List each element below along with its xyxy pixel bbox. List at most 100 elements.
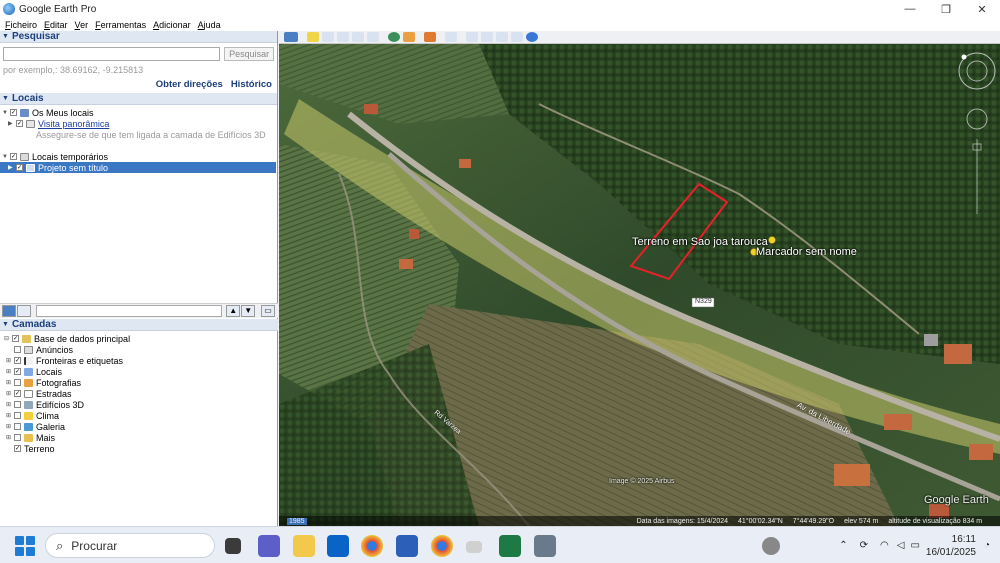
expand-icon[interactable]: ⊞ bbox=[6, 390, 14, 397]
wifi-icon[interactable]: ◠ bbox=[880, 540, 889, 551]
collapse-triangle-icon[interactable]: ▼ bbox=[2, 33, 9, 40]
taskbar-search[interactable]: ⌕ Procurar bbox=[45, 533, 215, 558]
file-explorer-icon[interactable] bbox=[293, 535, 315, 557]
checkbox[interactable]: ✓ bbox=[12, 335, 19, 342]
tree-item-my-places[interactable]: ▼ ✓ Os Meus locais bbox=[0, 107, 276, 118]
word-icon[interactable] bbox=[396, 535, 418, 557]
places-filter-input[interactable] bbox=[35, 305, 223, 317]
search-input[interactable] bbox=[3, 47, 221, 61]
chevron-up-icon[interactable]: ⌃ bbox=[839, 540, 847, 551]
checkbox[interactable]: ✓ bbox=[14, 445, 21, 452]
checkbox[interactable] bbox=[14, 379, 21, 386]
checkbox[interactable] bbox=[14, 401, 21, 408]
expand-icon[interactable]: ⊞ bbox=[6, 379, 14, 386]
movie-icon[interactable] bbox=[511, 32, 523, 42]
excel-icon[interactable] bbox=[499, 535, 521, 557]
layer-3d-buildings[interactable]: ⊞ Edifícios 3D bbox=[0, 399, 276, 410]
checkbox[interactable] bbox=[14, 346, 21, 353]
expand-icon[interactable]: ⊞ bbox=[6, 357, 14, 364]
checkbox[interactable] bbox=[14, 423, 21, 430]
checkbox[interactable]: ✓ bbox=[14, 390, 21, 397]
checkbox[interactable]: ✓ bbox=[16, 164, 23, 171]
menu-ficheiro[interactable]: Ficheiro bbox=[5, 20, 37, 30]
expand-icon[interactable]: ▼ bbox=[2, 154, 10, 160]
battery-icon[interactable]: ▭ bbox=[910, 540, 919, 551]
print-icon[interactable] bbox=[481, 32, 493, 42]
layers-panel-header[interactable]: ▼ Camadas bbox=[0, 319, 278, 331]
search-panel-header[interactable]: ▼ Pesquisar bbox=[0, 31, 277, 43]
teams-icon[interactable] bbox=[258, 535, 280, 557]
task-view-icon[interactable] bbox=[225, 538, 241, 554]
google-maps-icon[interactable] bbox=[526, 32, 538, 42]
volume-icon[interactable]: ◁ bbox=[897, 540, 905, 551]
history-link[interactable]: Histórico bbox=[231, 79, 272, 91]
expand-icon[interactable]: ⊞ bbox=[6, 368, 14, 375]
expand-icon[interactable]: ⊞ bbox=[6, 423, 14, 430]
tour-record-icon[interactable] bbox=[367, 32, 379, 42]
expand-icon[interactable]: ▶ bbox=[8, 120, 16, 127]
panel-options-icon[interactable]: ▭ bbox=[261, 305, 276, 317]
close-button[interactable]: ✕ bbox=[964, 0, 1000, 18]
clock[interactable]: 16:11 16/01/2025 bbox=[926, 533, 976, 559]
menu-editar[interactable]: Editar bbox=[44, 20, 68, 30]
outlook-icon[interactable] bbox=[327, 535, 349, 557]
ruler-icon[interactable] bbox=[445, 32, 457, 42]
expand-icon[interactable]: ▼ bbox=[2, 110, 10, 116]
polygon-icon[interactable] bbox=[322, 32, 334, 42]
layer-terrain[interactable]: ✓ Terreno bbox=[0, 443, 276, 454]
minimize-button[interactable]: — bbox=[892, 0, 928, 18]
notification-bell-icon[interactable]: ◔ bbox=[984, 540, 990, 551]
checkbox[interactable]: ✓ bbox=[10, 153, 17, 160]
menu-ferramentas[interactable]: Ferramentas bbox=[95, 20, 146, 30]
directions-link[interactable]: Obter direções bbox=[156, 79, 223, 91]
checkbox[interactable] bbox=[14, 434, 21, 441]
expand-icon[interactable]: ⊞ bbox=[6, 434, 14, 441]
panel-view-icon[interactable] bbox=[16, 305, 31, 317]
menu-adicionar[interactable]: Adicionar bbox=[153, 20, 191, 30]
expand-icon[interactable]: ⊞ bbox=[6, 401, 14, 408]
tree-item-project[interactable]: ▶ ✓ Projeto sem título bbox=[0, 162, 276, 173]
save-image-icon[interactable] bbox=[496, 32, 508, 42]
layer-roads[interactable]: ⊞ ✓ Estradas bbox=[0, 388, 276, 399]
tree-item-temporary-places[interactable]: ▼ ✓ Locais temporários bbox=[0, 151, 276, 162]
app-icon[interactable] bbox=[466, 541, 482, 553]
layer-places[interactable]: ⊞ ✓ Locais bbox=[0, 366, 276, 377]
layer-photos[interactable]: ⊞ Fotografias bbox=[0, 377, 276, 388]
overlay-icon[interactable] bbox=[352, 32, 364, 42]
sync-icon[interactable]: ⟳ bbox=[860, 540, 868, 551]
placemark-icon[interactable] bbox=[307, 32, 319, 42]
email-icon[interactable] bbox=[466, 32, 478, 42]
planet-icon[interactable] bbox=[424, 32, 436, 42]
checkbox[interactable]: ✓ bbox=[16, 120, 23, 127]
chrome-profile-icon[interactable] bbox=[431, 535, 453, 557]
checkbox[interactable]: ✓ bbox=[10, 109, 17, 116]
maximize-button[interactable]: ❐ bbox=[928, 0, 964, 18]
menu-ajuda[interactable]: Ajuda bbox=[198, 20, 221, 30]
arrow-up-icon[interactable]: ▲ bbox=[226, 305, 241, 317]
sun-icon[interactable] bbox=[403, 32, 415, 42]
layer-primary-database[interactable]: ⊟ ✓ Base de dados principal bbox=[0, 333, 276, 344]
windows-start-icon[interactable] bbox=[15, 536, 35, 556]
tree-item-tour[interactable]: ▶ ✓ Visita panorâmica bbox=[0, 118, 276, 129]
layer-gallery[interactable]: ⊞ Galeria bbox=[0, 421, 276, 432]
layer-ads[interactable]: Anúncios bbox=[0, 344, 276, 355]
widget-icon[interactable] bbox=[762, 537, 780, 555]
sidebar-toggle-icon[interactable] bbox=[284, 32, 298, 42]
chrome-icon[interactable] bbox=[361, 535, 383, 557]
historical-year[interactable]: 1985 bbox=[287, 517, 307, 525]
checkbox[interactable]: ✓ bbox=[14, 368, 21, 375]
checkbox[interactable] bbox=[14, 412, 21, 419]
google-earth-taskbar-icon[interactable] bbox=[534, 535, 556, 557]
menu-ver[interactable]: Ver bbox=[75, 20, 89, 30]
search-places-icon[interactable] bbox=[2, 305, 16, 317]
layer-borders[interactable]: ⊞ ✓ Fronteiras e etiquetas bbox=[0, 355, 276, 366]
expand-icon[interactable]: ⊟ bbox=[4, 335, 12, 342]
path-icon[interactable] bbox=[337, 32, 349, 42]
placemark-label[interactable]: Marcador sem nome bbox=[756, 246, 857, 258]
collapse-triangle-icon[interactable]: ▼ bbox=[2, 95, 9, 102]
collapse-triangle-icon[interactable]: ▼ bbox=[2, 321, 9, 328]
map-view[interactable]: Terreno em Sao joa tarouca Marcador sem … bbox=[279, 44, 1000, 526]
history-imagery-icon[interactable] bbox=[388, 32, 400, 42]
layer-more[interactable]: ⊞ Mais bbox=[0, 432, 276, 443]
expand-icon[interactable]: ⊞ bbox=[6, 412, 14, 419]
